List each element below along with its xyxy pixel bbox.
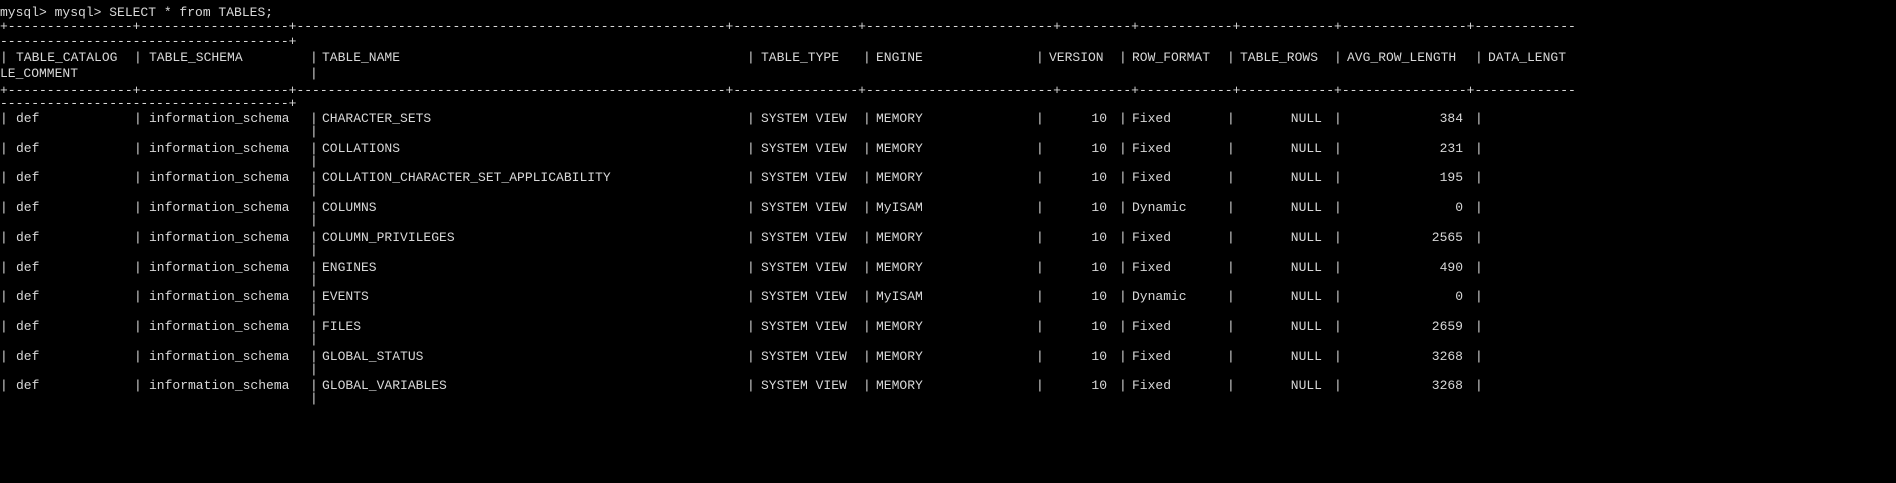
table-row-wrap: | bbox=[0, 301, 1896, 319]
row-wrap-bar: | bbox=[310, 124, 318, 139]
table-row-wrap: | bbox=[0, 123, 1896, 141]
table-row-wrap: | bbox=[0, 390, 1896, 408]
table-row-wrap: | bbox=[0, 182, 1896, 200]
table-row-wrap: | bbox=[0, 242, 1896, 260]
header-wrap-text: LE_COMMENT bbox=[0, 66, 79, 81]
row-wrap-bar: | bbox=[310, 183, 318, 198]
table-header-wrap-row: LE_COMMENT | bbox=[0, 65, 1896, 83]
row-wrap-bar: | bbox=[310, 391, 318, 406]
row-wrap-bar: | bbox=[310, 332, 318, 347]
terminal-window[interactable]: mysql> mysql> SELECT * from TABLES; +---… bbox=[0, 0, 1896, 483]
row-wrap-bar: | bbox=[310, 302, 318, 317]
header-wrap-bar: | bbox=[310, 66, 318, 81]
table-row-wrap: | bbox=[0, 212, 1896, 230]
table-row-wrap: | bbox=[0, 331, 1896, 349]
row-wrap-bar: | bbox=[310, 243, 318, 258]
row-wrap-bar: | bbox=[310, 213, 318, 228]
